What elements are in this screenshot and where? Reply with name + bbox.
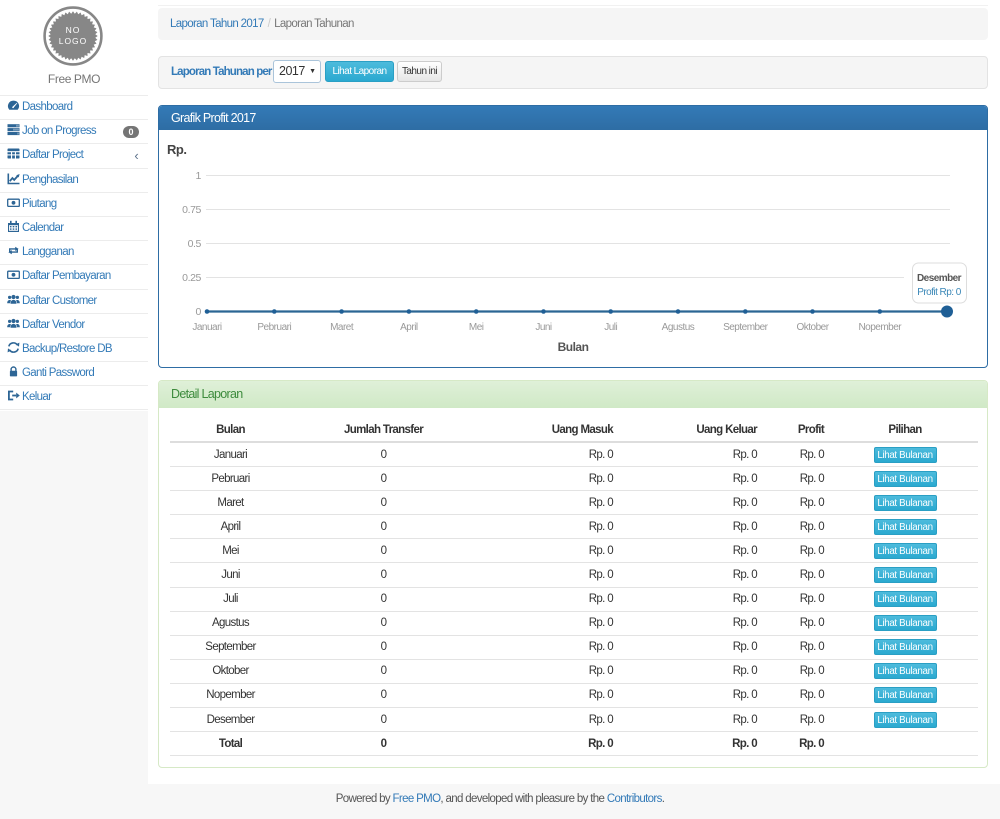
svg-text:0: 0 — [196, 306, 202, 318]
svg-text:Bulan: Bulan — [558, 340, 589, 354]
svg-text:1: 1 — [196, 170, 202, 182]
svg-text:Profit Rp: 0: Profit Rp: 0 — [917, 287, 961, 298]
svg-text:Pebruari: Pebruari — [257, 322, 291, 333]
svg-text:Juni: Juni — [535, 322, 552, 333]
svg-text:0.5: 0.5 — [188, 238, 202, 250]
svg-text:Maret: Maret — [330, 322, 354, 333]
svg-text:Rp.: Rp. — [167, 142, 186, 157]
svg-text:NO: NO — [66, 25, 81, 35]
svg-text:Desember: Desember — [917, 273, 962, 284]
svg-text:April: April — [400, 322, 418, 333]
svg-text:LOGO: LOGO — [59, 36, 88, 46]
svg-text:Nopember: Nopember — [858, 322, 902, 333]
svg-text:Mei: Mei — [469, 322, 484, 333]
svg-text:0.75: 0.75 — [182, 204, 201, 216]
svg-text:Agustus: Agustus — [662, 322, 695, 333]
svg-text:Juli: Juli — [604, 322, 617, 333]
svg-text:0.25: 0.25 — [182, 272, 201, 284]
svg-text:September: September — [723, 322, 769, 333]
svg-text:Oktober: Oktober — [796, 322, 829, 333]
svg-text:Januari: Januari — [192, 322, 222, 333]
